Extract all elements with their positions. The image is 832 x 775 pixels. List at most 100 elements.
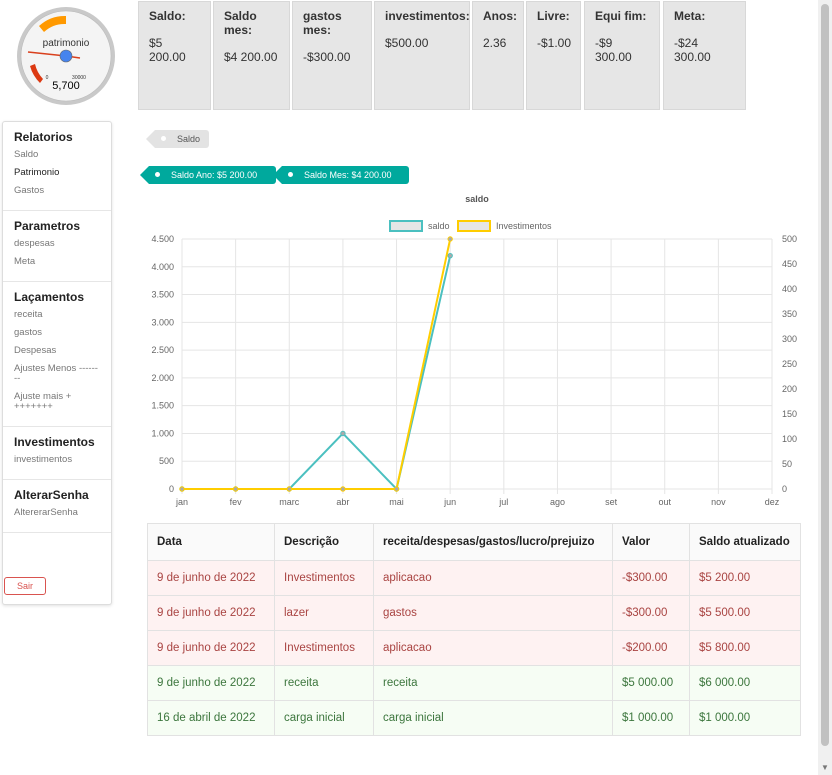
x-tick-label: ago xyxy=(550,497,565,507)
stat-value: -$300.00 xyxy=(303,50,351,64)
tag-saldo-mes[interactable]: Saldo Mes: $4 200.00 xyxy=(273,166,409,184)
y-right-tick-label: 400 xyxy=(782,284,797,294)
data-point xyxy=(447,236,453,242)
table-cell: $1 000.00 xyxy=(689,700,801,736)
data-point xyxy=(447,252,453,259)
table-row: 9 de junho de 2022 Investimentos aplicacao… xyxy=(147,560,801,596)
stat-label: Livre: xyxy=(537,9,570,23)
sidebar-heading: Parametros xyxy=(14,219,81,233)
table-row: 9 de junho de 2022 Investimentos aplicacao… xyxy=(147,630,801,666)
table-cell: Investimentos xyxy=(274,630,374,666)
table-cell: gastos xyxy=(373,595,613,631)
tag-dot-icon xyxy=(161,136,166,141)
y-right-tick-label: 250 xyxy=(782,359,797,369)
data-point xyxy=(179,486,185,492)
table-cell: 9 de junho de 2022 xyxy=(147,630,275,666)
column-header-descricao: Descrição xyxy=(274,523,374,561)
x-tick-label: jan xyxy=(175,497,188,507)
y-right-tick-label: 500 xyxy=(782,234,797,244)
sidebar-group-alterarsenha: AlterarSenha AltererarSenha xyxy=(3,480,111,533)
x-tick-label: marc xyxy=(279,497,299,507)
x-tick-label: mai xyxy=(389,497,404,507)
transactions-table: Data Descrição receita/despesas/gastos/l… xyxy=(147,523,801,736)
table-cell: carga inicial xyxy=(274,700,374,736)
sidebar-item-ajuste-mais[interactable]: Ajuste mais ++++++++ xyxy=(14,392,74,412)
tag-saldo-ano[interactable]: Saldo Ano: $5 200.00 xyxy=(140,166,276,184)
stat-label: Meta: xyxy=(674,9,706,23)
table-cell: 9 de junho de 2022 xyxy=(147,560,275,596)
sidebar-item-patrimonio[interactable]: Patrimonio xyxy=(14,168,111,178)
column-header-valor: Valor xyxy=(612,523,690,561)
sidebar-item-despesas-lancamento[interactable]: Despesas xyxy=(14,346,111,356)
y-left-tick-label: 3.000 xyxy=(151,317,174,327)
y-left-tick-label: 1.000 xyxy=(151,428,174,438)
stat-equi-fim: Equi fim: -$9 300.00 xyxy=(584,1,660,110)
gauge-max: 30000 xyxy=(72,75,86,81)
sidebar-heading: Investimentos xyxy=(14,435,95,449)
y-right-tick-label: 200 xyxy=(782,384,797,394)
stat-livre: Livre: -$1.00 xyxy=(526,1,581,110)
x-tick-label: nov xyxy=(711,497,726,507)
stat-value: 2.36 xyxy=(483,36,507,50)
table-cell: 16 de abril de 2022 xyxy=(147,700,275,736)
table-cell: lazer xyxy=(274,595,374,631)
chart-title: saldo xyxy=(465,194,489,204)
column-header-data: Data xyxy=(147,523,275,561)
sidebar-heading: Laçamentos xyxy=(14,290,85,304)
x-tick-label: abr xyxy=(336,497,349,507)
legend-label: saldo xyxy=(428,221,450,231)
y-right-tick-label: 100 xyxy=(782,434,797,444)
y-left-tick-label: 4.000 xyxy=(151,262,174,272)
sidebar-item-ajustes-menos[interactable]: Ajustes Menos -------- xyxy=(14,364,100,384)
y-right-tick-label: 50 xyxy=(782,459,792,469)
gauge-hub xyxy=(59,49,73,63)
y-left-tick-label: 1.500 xyxy=(151,401,174,411)
table-cell: aplicacao xyxy=(373,630,613,666)
table-cell: Investimentos xyxy=(274,560,374,596)
sidebar: Relatorios Saldo Patrimonio Gastos Param… xyxy=(2,121,112,605)
x-tick-label: jun xyxy=(443,497,456,507)
stat-value: -$24 300.00 xyxy=(674,36,711,64)
page-scrollbar[interactable]: ▼ xyxy=(818,0,832,775)
table-cell: $5 800.00 xyxy=(689,630,801,666)
scroll-down-icon[interactable]: ▼ xyxy=(821,763,829,772)
stat-gastos-mes: gastos mes: -$300.00 xyxy=(292,1,372,110)
stat-investimentos: investimentos: $500.00 xyxy=(374,1,470,110)
table-row: 16 de abril de 2022 carga inicial carga in… xyxy=(147,700,801,736)
data-point xyxy=(340,486,346,492)
y-right-tick-label: 450 xyxy=(782,259,797,269)
sidebar-item-receita[interactable]: receita xyxy=(14,310,111,320)
stat-label: Equi fim: xyxy=(595,9,647,23)
sidebar-item-saldo[interactable]: Saldo xyxy=(14,150,111,160)
table-cell: $6 000.00 xyxy=(689,665,801,701)
y-left-tick-label: 3.500 xyxy=(151,290,174,300)
table-row: 9 de junho de 2022 lazer gastos -$300.00 $5 … xyxy=(147,595,801,631)
stat-label: investimentos: xyxy=(385,9,470,23)
sidebar-item-despesas[interactable]: despesas xyxy=(14,239,111,249)
stat-value: -$1.00 xyxy=(537,36,572,50)
table-cell: aplicacao xyxy=(373,560,613,596)
logout-button[interactable]: Sair xyxy=(4,577,46,595)
sidebar-group-lancamentos: Laçamentos receita gastos Despesas Ajust… xyxy=(3,282,111,427)
table-cell: 9 de junho de 2022 xyxy=(147,665,275,701)
y-left-tick-label: 0 xyxy=(169,484,174,494)
table-cell: $1 000.00 xyxy=(612,700,690,736)
table-cell: $5 000.00 xyxy=(612,665,690,701)
scrollbar-thumb[interactable] xyxy=(821,4,829,746)
sidebar-item-gastos[interactable]: Gastos xyxy=(14,186,111,196)
tag-dot-icon xyxy=(155,172,160,177)
sidebar-item-investimentos[interactable]: investimentos xyxy=(14,455,111,465)
tag-label: Saldo Ano: $5 200.00 xyxy=(171,170,258,180)
stat-saldo-mes: Saldo mes: $4 200.00 xyxy=(213,1,290,110)
sidebar-item-meta[interactable]: Meta xyxy=(14,257,111,267)
y-right-tick-label: 150 xyxy=(782,409,797,419)
sidebar-item-alterersenha[interactable]: AltererarSenha xyxy=(14,508,111,518)
table-cell: -$300.00 xyxy=(612,560,690,596)
stat-value: $500.00 xyxy=(385,36,429,50)
sidebar-item-gastos-lancamento[interactable]: gastos xyxy=(14,328,111,338)
legend-label: Investimentos xyxy=(496,221,552,231)
tag-saldo[interactable]: Saldo xyxy=(146,130,209,148)
y-left-tick-label: 2.500 xyxy=(151,345,174,355)
column-header-saldo-atualizado: Saldo atualizado xyxy=(689,523,801,561)
sidebar-group-investimentos: Investimentos investimentos xyxy=(3,427,111,480)
